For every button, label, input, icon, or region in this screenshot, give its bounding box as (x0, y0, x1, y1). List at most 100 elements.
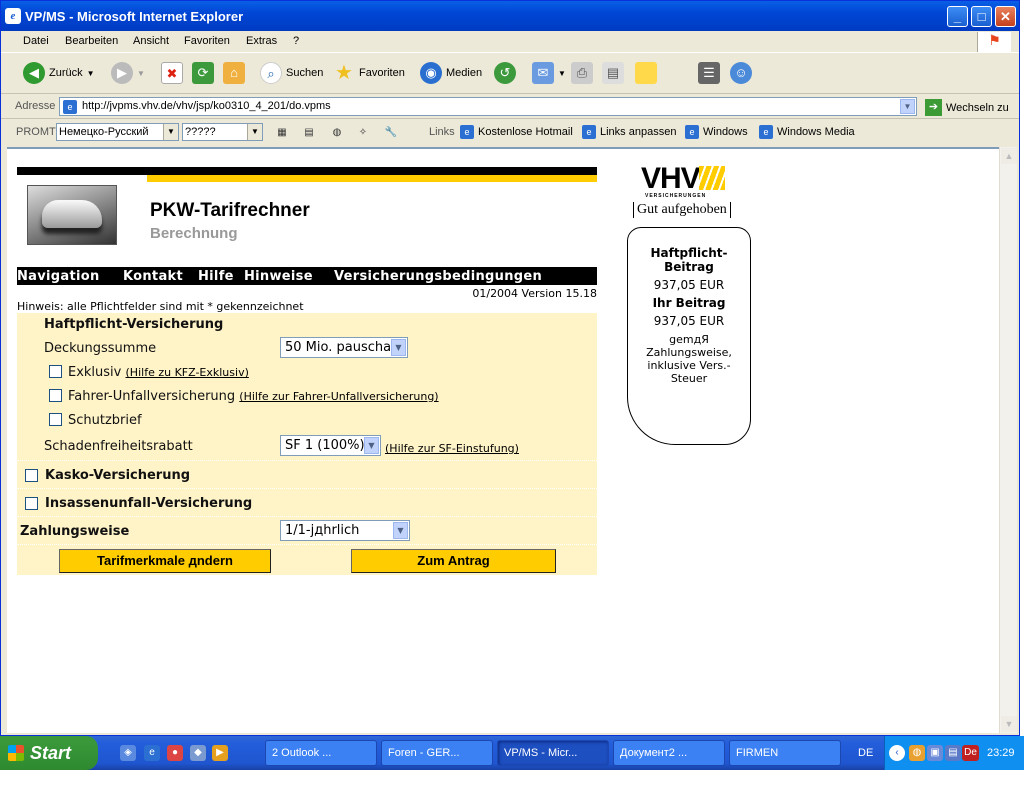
form-panel: Haftpflicht-Versicherung Deckungssumme 5… (17, 313, 597, 575)
vertical-scrollbar[interactable]: ▲ ▼ (999, 147, 1017, 733)
tray-expand-icon[interactable]: ‹ (889, 745, 905, 761)
dictionary-select[interactable]: Немецко-Русский ▼ (56, 123, 179, 141)
menu-ansicht[interactable]: Ansicht (133, 35, 169, 47)
menu-datei[interactable]: Datei (23, 35, 49, 47)
sf-select[interactable]: SF 1 (100%) ▼ (280, 435, 381, 456)
refresh-button[interactable]: ⟳ (192, 62, 214, 84)
quicklaunch-icon-3[interactable]: ● (167, 745, 183, 761)
zahlung-value: 1/1-jдhrlich (285, 523, 360, 538)
back-button[interactable]: ◀ Zurück ▼ (23, 62, 95, 84)
sf-help-link[interactable]: (Hilfe zur SF-Einstufung) (385, 442, 519, 455)
clock: 23:29 (987, 747, 1015, 759)
mail-button[interactable]: ✉ ▼ (532, 62, 566, 84)
refresh-icon: ⟳ (192, 62, 214, 84)
language-select[interactable]: ????? ▼ (182, 123, 263, 141)
task-dokument[interactable]: Документ2 ... (613, 740, 725, 766)
zum-antrag-button[interactable]: Zum Antrag (351, 549, 556, 573)
link-customize[interactable]: e Links anpassen (582, 125, 676, 139)
forward-button[interactable]: ▶ ▼ (111, 62, 145, 84)
schutzbrief-checkbox[interactable] (49, 413, 62, 426)
nav-navigation[interactable]: Navigation (17, 269, 100, 284)
translate-page-icon[interactable]: ▦ (274, 125, 290, 141)
zahlung-select[interactable]: 1/1-jдhrlich ▼ (280, 520, 410, 541)
task-vpms[interactable]: VP/MS - Micr... (497, 740, 609, 766)
edit-button[interactable]: ▤ (602, 62, 624, 84)
link-label: Windows (703, 126, 748, 138)
favorites-star-icon: ★ (335, 62, 353, 84)
address-dropdown-icon[interactable]: ▼ (900, 99, 915, 114)
task-outlook[interactable]: 2 Outlook ... (265, 740, 377, 766)
tray-icon-2[interactable]: ▣ (927, 745, 943, 761)
nav-hilfe[interactable]: Hilfe (198, 269, 234, 284)
stop-icon: ✖ (161, 62, 183, 84)
fahrer-checkbox[interactable] (49, 389, 62, 402)
quicklaunch-icon-5[interactable]: ▶ (212, 745, 228, 761)
close-button[interactable]: ✕ (995, 6, 1016, 27)
tray-icon-1[interactable]: ◍ (909, 745, 925, 761)
insassen-checkbox[interactable] (25, 497, 38, 510)
kasko-label: Kasko-Versicherung (45, 468, 191, 483)
home-button[interactable]: ⌂ (223, 62, 245, 84)
favorites-button[interactable]: ★ Favoriten (333, 62, 405, 84)
tarifmerkmale-button[interactable]: Tarifmerkmale дndern (59, 549, 271, 573)
sf-label: Schadenfreiheitsrabatt (44, 439, 193, 454)
fahrer-label: Fahrer-Unfallversicherung (68, 389, 236, 404)
link-windows[interactable]: e Windows (685, 125, 748, 139)
mail-dropdown-icon[interactable]: ▼ (558, 69, 566, 78)
haftpflicht-heading: Haftpflicht-Versicherung (44, 317, 224, 332)
tray-icon-3[interactable]: ▤ (945, 745, 961, 761)
messenger-button[interactable]: ☺ (730, 62, 752, 84)
quicklaunch-icon-4[interactable]: ◆ (190, 745, 206, 761)
menu-extras[interactable]: Extras (246, 35, 277, 47)
maximize-button[interactable]: □ (971, 6, 992, 27)
forward-dropdown-icon[interactable]: ▼ (137, 69, 145, 78)
menu-help[interactable]: ? (293, 35, 299, 47)
wrench-icon[interactable]: 🔧 (383, 125, 399, 141)
nav-kontakt[interactable]: Kontakt (123, 269, 183, 284)
window-title: VP/MS - Microsoft Internet Explorer (25, 9, 244, 24)
print-button[interactable]: ⎙ (571, 62, 593, 84)
scroll-up-icon[interactable]: ▲ (1001, 148, 1017, 164)
address-input[interactable]: e http://jvpms.vhv.de/vhv/jsp/ko0310_4_2… (59, 97, 917, 116)
link-hotmail[interactable]: e Kostenlose Hotmail (460, 125, 573, 139)
go-button[interactable]: ➔ Wechseln zu (925, 99, 1009, 116)
input-language[interactable]: DE (858, 747, 873, 759)
link-windows-media[interactable]: e Windows Media (759, 125, 855, 139)
task-foren[interactable]: Foren - GER... (381, 740, 493, 766)
vhv-logo: VHV VERSICHERUNGEN (641, 164, 731, 199)
back-dropdown-icon[interactable]: ▼ (87, 69, 95, 78)
forward-arrow-icon: ▶ (111, 62, 133, 84)
nav-versicherungsbedingungen[interactable]: Versicherungsbedingungen (334, 269, 542, 284)
kasko-checkbox[interactable] (25, 469, 38, 482)
tray-language-badge[interactable]: De (962, 745, 979, 761)
quicklaunch-ie-icon[interactable]: e (144, 745, 160, 761)
dictionary-icon[interactable]: ◍ (329, 125, 345, 141)
scroll-down-icon[interactable]: ▼ (1001, 716, 1017, 732)
stop-button[interactable]: ✖ (161, 62, 183, 84)
go-label: Wechseln zu (946, 101, 1009, 114)
task-firmen[interactable]: FIRMEN (729, 740, 841, 766)
insassen-label: Insassenunfall-Versicherung (45, 496, 253, 511)
menu-bearbeiten[interactable]: Bearbeiten (65, 35, 118, 47)
title-bar: e VP/MS - Microsoft Internet Explorer _ … (1, 1, 1019, 31)
fahrer-help-link[interactable]: (Hilfe zur Fahrer-Unfallversicherung) (239, 390, 438, 403)
search-button[interactable]: ⌕ Suchen (260, 62, 323, 84)
media-button[interactable]: ◉ Medien (420, 62, 482, 84)
menu-favoriten[interactable]: Favoriten (184, 35, 230, 47)
section-divider (17, 460, 597, 461)
settings-wand-icon[interactable]: ✧ (355, 125, 371, 141)
discuss-button[interactable] (635, 62, 657, 84)
research-icon: ☰ (698, 62, 720, 84)
exklusiv-checkbox[interactable] (49, 365, 62, 378)
nav-hinweise[interactable]: Hinweise (244, 269, 313, 284)
quicklaunch-icon-1[interactable]: ◈ (120, 745, 136, 761)
ie-app-icon: e (5, 8, 21, 24)
research-button[interactable]: ☰ (698, 62, 720, 84)
translate-selection-icon[interactable]: ▤ (301, 125, 317, 141)
history-button[interactable]: ↺ (494, 62, 516, 84)
taskbar: Start ◈ e ● ◆ ▶ 2 Outlook ... Foren - GE… (0, 736, 1024, 770)
minimize-button[interactable]: _ (947, 6, 968, 27)
deckung-select[interactable]: 50 Mio. pauschal ▼ (280, 337, 408, 358)
start-button[interactable]: Start (0, 736, 98, 770)
exklusiv-help-link[interactable]: (Hilfe zu KFZ-Exklusiv) (126, 366, 249, 379)
